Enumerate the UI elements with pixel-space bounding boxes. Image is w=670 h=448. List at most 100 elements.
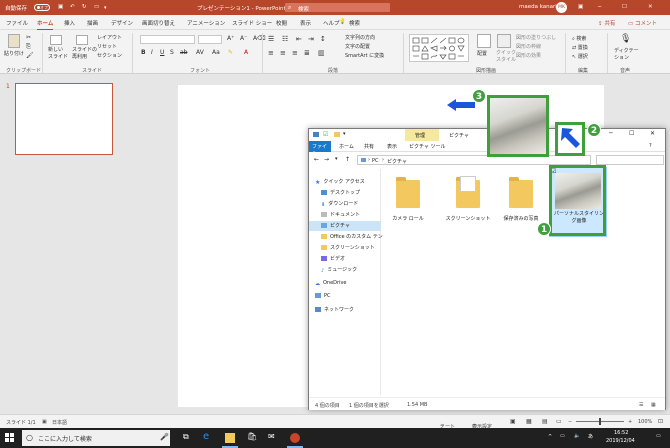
shapes-gallery[interactable] xyxy=(409,34,469,62)
increase-indent-icon[interactable]: ⇥ xyxy=(308,35,314,43)
nav-desktop[interactable]: デスクトップ xyxy=(321,189,360,196)
explorer-tab-share[interactable]: 共有 xyxy=(364,143,374,150)
avatar[interactable]: MK xyxy=(556,2,567,13)
volume-icon[interactable]: 🔈 xyxy=(574,433,580,439)
clock-time[interactable]: 16:52 xyxy=(614,430,628,436)
char-spacing-icon[interactable]: AV xyxy=(196,49,204,56)
folder-icon[interactable] xyxy=(334,132,340,137)
font-name-box[interactable] xyxy=(140,35,195,44)
language-label[interactable]: 日本語 xyxy=(52,419,67,426)
recent-dropdown-icon[interactable]: ▾ xyxy=(335,156,338,162)
zoom-out-icon[interactable]: − xyxy=(568,419,572,425)
explorer-maximize-icon[interactable]: ☐ xyxy=(629,130,634,137)
font-color-icon[interactable]: A xyxy=(244,49,248,56)
reading-view-icon[interactable]: ▤ xyxy=(542,418,548,425)
microphone-icon[interactable]: 🎤 xyxy=(160,433,169,441)
nav-music[interactable]: ♪ ミュージック xyxy=(321,266,357,274)
notification-icon[interactable]: ▭ xyxy=(656,433,661,439)
fit-to-window-icon[interactable]: ⊡ xyxy=(658,418,663,425)
maximize-icon[interactable]: ☐ xyxy=(622,4,627,10)
reuse-slide-button[interactable]: スライドの 再利用 xyxy=(72,47,97,61)
present-icon[interactable]: ▭ xyxy=(94,4,99,10)
help-icon[interactable]: ? xyxy=(649,143,652,149)
cut-icon[interactable]: ✂ xyxy=(26,34,31,41)
bullets-icon[interactable]: ☰ xyxy=(268,35,274,43)
tab-draw[interactable]: 描画 xyxy=(87,19,98,27)
decrease-indent-icon[interactable]: ⇤ xyxy=(296,35,302,43)
nav-quick-access[interactable]: ★ クイック アクセス xyxy=(315,178,365,186)
folder-saved-pictures[interactable] xyxy=(509,177,533,208)
taskbar-search-box[interactable]: ○ ここに入力して検索 🎤 xyxy=(22,430,170,446)
copy-icon[interactable]: ⎘ xyxy=(26,43,31,51)
nav-pictures[interactable]: ピクチャ xyxy=(309,221,381,231)
tab-insert[interactable]: 挿入 xyxy=(64,19,75,27)
explorer-search-input[interactable] xyxy=(596,155,664,165)
nav-videos[interactable]: ビデオ xyxy=(321,255,345,262)
zoom-in-icon[interactable]: + xyxy=(628,419,632,425)
select-button[interactable]: ↖ 選択 xyxy=(572,53,588,60)
explorer-minimize-icon[interactable]: ─ xyxy=(609,130,613,137)
reuse-slide-icon[interactable] xyxy=(76,35,88,45)
dictate-button[interactable]: ディクテー ション xyxy=(614,48,639,62)
back-icon[interactable]: ← xyxy=(314,156,319,163)
new-slide-icon[interactable] xyxy=(50,35,62,45)
windows-start-icon[interactable] xyxy=(5,433,15,443)
microphone-icon[interactable]: 🎙 xyxy=(620,34,631,44)
change-case-icon[interactable]: Aa xyxy=(212,49,220,56)
comment-button[interactable]: ▭ コメント xyxy=(628,19,657,27)
shadow-icon[interactable]: S xyxy=(170,49,174,56)
share-button[interactable]: ⇪ 共有 xyxy=(598,19,615,27)
explorer-close-icon[interactable]: ✕ xyxy=(650,130,655,137)
strikethrough-icon[interactable]: ab xyxy=(180,49,188,56)
network-tray-icon[interactable]: ▭ xyxy=(560,433,565,439)
lightbulb-icon[interactable]: 💡 xyxy=(339,19,346,25)
manage-contextual-tab[interactable]: 管理 xyxy=(405,129,439,141)
align-text-button[interactable]: 文字の配置 xyxy=(345,43,370,50)
tab-design[interactable]: デザイン xyxy=(111,19,133,27)
save-icon[interactable]: ▣ xyxy=(58,4,63,10)
reset-button[interactable]: リセット xyxy=(97,43,117,50)
highlight-icon[interactable]: ✎ xyxy=(228,49,233,56)
slideshow-view-icon[interactable]: ▭ xyxy=(556,418,562,425)
paste-icon[interactable] xyxy=(8,34,20,48)
nav-screenshots[interactable]: スクリーンショット xyxy=(321,244,375,251)
explorer-tab-picture-tools[interactable]: ピクチャ ツール xyxy=(409,143,446,150)
italic-icon[interactable]: I xyxy=(151,49,153,56)
underline-icon[interactable]: U xyxy=(160,49,164,56)
grow-font-icon[interactable]: A⁺ xyxy=(227,35,234,42)
align-right-icon[interactable]: ≡ xyxy=(292,49,298,57)
tab-animations[interactable]: アニメーション xyxy=(187,19,225,27)
nav-office-templates[interactable]: Office のカスタム テン xyxy=(321,233,383,240)
tab-view[interactable]: 表示 xyxy=(300,19,311,27)
replace-button[interactable]: ⇄ 置換 xyxy=(572,44,588,51)
mail-icon[interactable]: ✉ xyxy=(268,432,278,442)
spellcheck-icon[interactable]: ▣ xyxy=(42,419,47,425)
quick-styles-button[interactable]: クイック スタイル xyxy=(496,50,516,64)
zoom-slider-thumb[interactable] xyxy=(599,418,601,425)
normal-view-icon[interactable]: ▣ xyxy=(510,418,516,425)
address-bar[interactable]: › PC › ピクチャ xyxy=(357,155,591,165)
zoom-level[interactable]: 100% xyxy=(638,419,652,425)
shape-fill-button[interactable]: 図形の塗りつぶし xyxy=(516,34,556,41)
edge-icon[interactable]: e xyxy=(203,431,213,442)
explorer-tab-home[interactable]: ホーム xyxy=(339,143,354,150)
section-button[interactable]: セクション xyxy=(97,52,122,59)
arrange-icon[interactable] xyxy=(477,34,491,48)
ribbon-display-icon[interactable]: ▣ xyxy=(578,4,583,10)
nav-onedrive[interactable]: ☁ OneDrive xyxy=(315,280,347,287)
breadcrumb-pictures[interactable]: ピクチャ xyxy=(387,158,407,165)
line-spacing-icon[interactable]: ↕ xyxy=(320,35,326,43)
tell-me-label[interactable]: 検索 xyxy=(349,19,360,27)
columns-icon[interactable]: ▥ xyxy=(318,49,325,57)
redo-icon[interactable]: ↻ xyxy=(82,4,87,10)
tab-file[interactable]: ファイル xyxy=(6,19,28,27)
shape-effects-button[interactable]: 図形の効果 xyxy=(516,52,541,59)
minimize-icon[interactable]: ─ xyxy=(598,4,601,10)
slide-sorter-icon[interactable]: ▦ xyxy=(526,418,532,425)
large-icons-view-icon[interactable]: ▦ xyxy=(651,402,656,408)
tray-up-icon[interactable]: ^ xyxy=(548,434,552,440)
store-icon[interactable]: 🛍 xyxy=(247,432,257,442)
numbering-icon[interactable]: ☷ xyxy=(282,35,288,43)
arrange-button[interactable]: 配置 xyxy=(477,50,487,57)
shape-outline-button[interactable]: 図形の枠線 xyxy=(516,43,541,50)
